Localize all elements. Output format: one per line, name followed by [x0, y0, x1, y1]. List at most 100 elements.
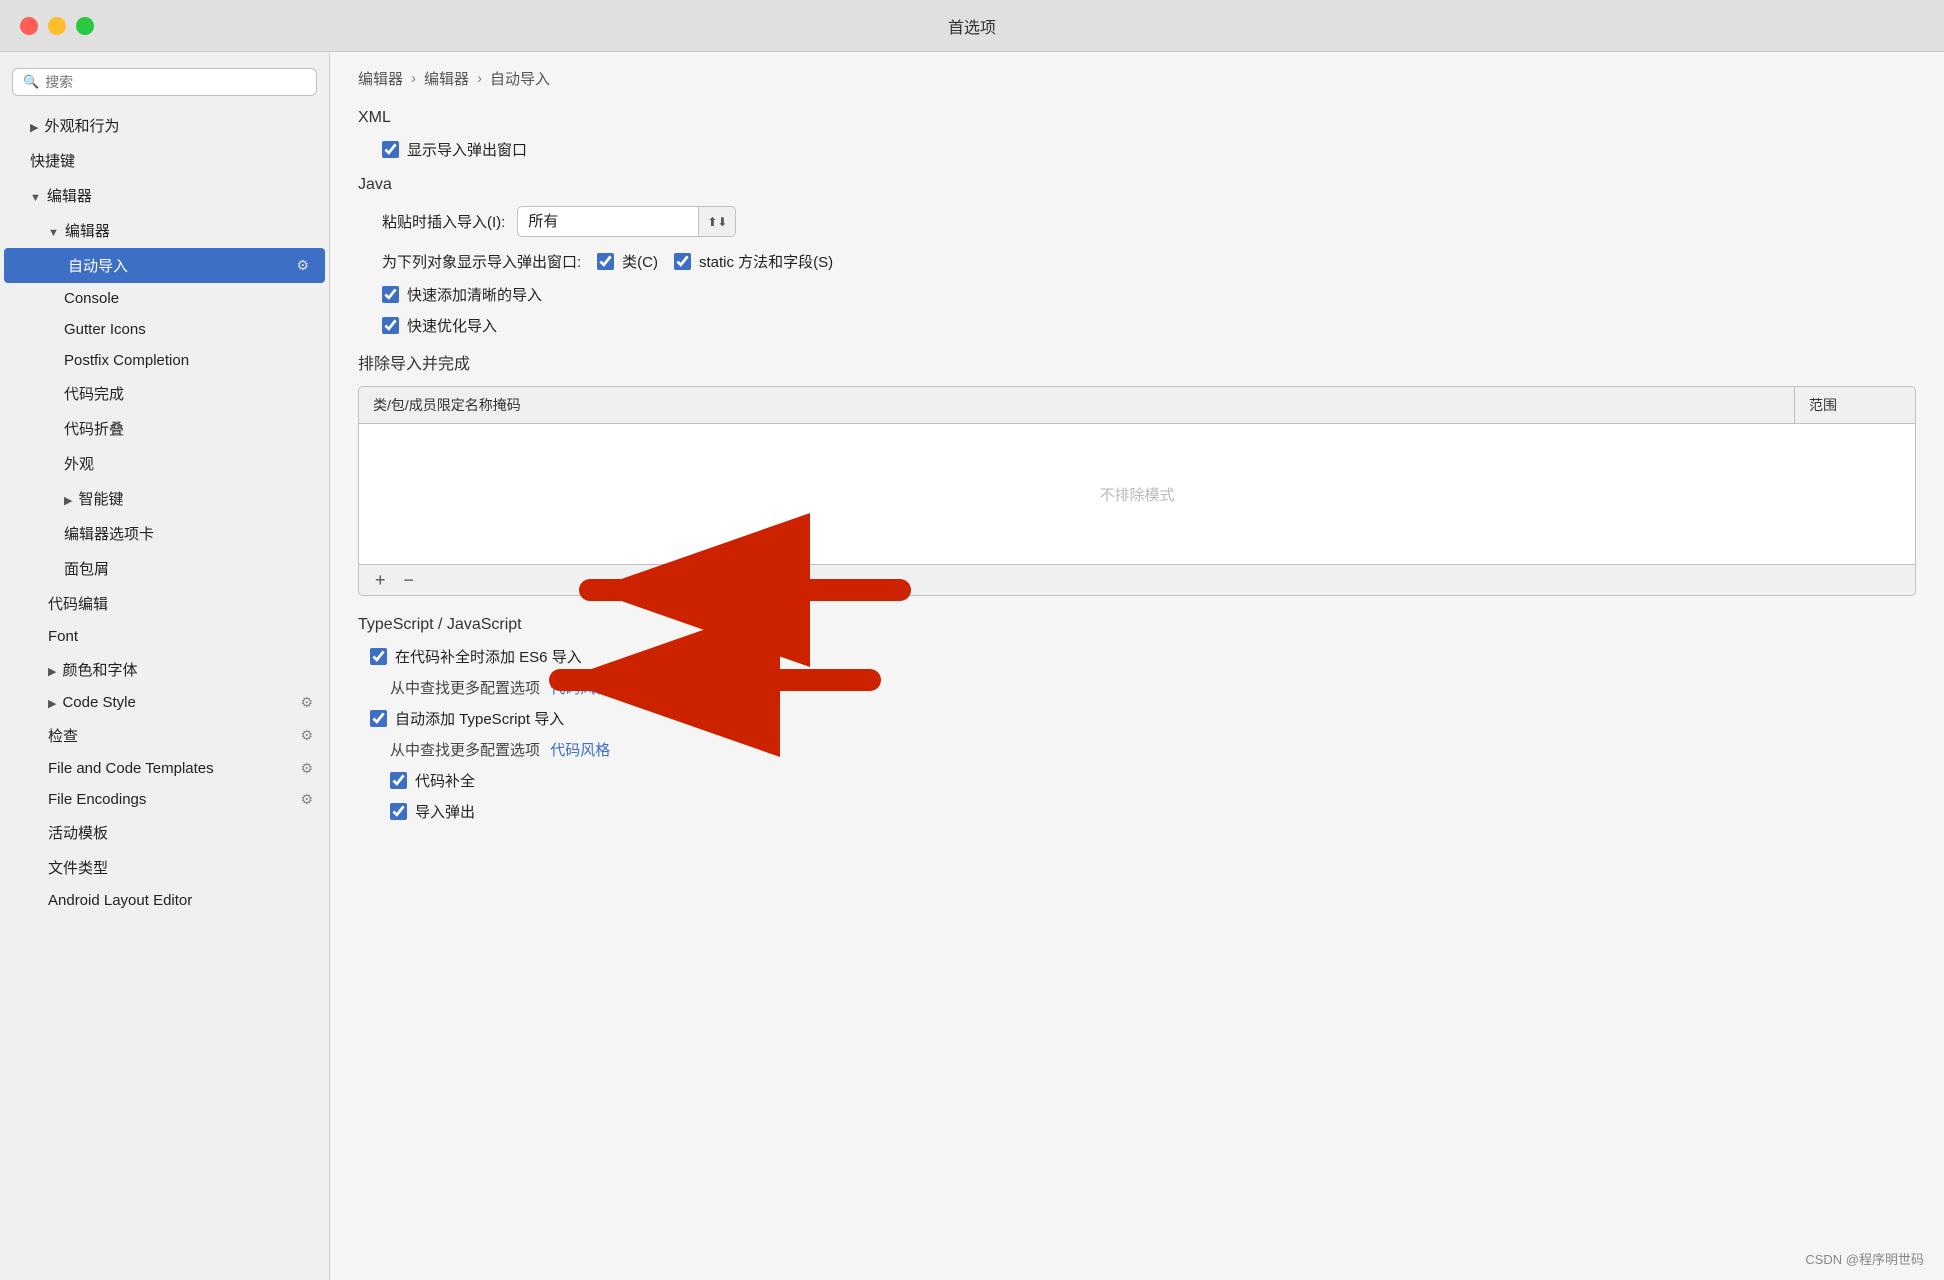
- paste-insert-row: 粘贴时插入导入(I): 所有 询问 不导入 ⬆⬇: [358, 206, 1916, 237]
- ts-code-complete-row: 代码补全: [358, 770, 1916, 791]
- sidebar-item-appearance[interactable]: ▶外观和行为: [0, 108, 329, 143]
- ts-es6-checkbox[interactable]: [370, 648, 387, 665]
- xml-section-title: XML: [358, 109, 1916, 127]
- sidebar-item-postfix[interactable]: Postfix Completion: [0, 345, 329, 376]
- sidebar-item-gutter-icons[interactable]: Gutter Icons: [0, 314, 329, 345]
- sidebar-item-auto-import[interactable]: 自动导入 ⚙: [4, 248, 325, 283]
- sidebar-item-code-style[interactable]: ▶Code Style ⚙: [0, 687, 329, 718]
- show-popup-row: 为下列对象显示导入弹出窗口: 类(C) static 方法和字段(S): [358, 251, 1916, 272]
- sidebar-item-color-font[interactable]: ▶颜色和字体: [0, 652, 329, 687]
- quick-optimize-row: 快速优化导入: [358, 315, 1916, 336]
- window-title: 首选项: [948, 14, 996, 38]
- expand-icon: ▼: [48, 227, 59, 239]
- close-button[interactable]: [20, 17, 38, 35]
- maximize-button[interactable]: [76, 17, 94, 35]
- search-input[interactable]: [45, 74, 306, 90]
- ts-es6-row: 在代码补全时添加 ES6 导入: [358, 646, 1916, 667]
- ts-section-title: TypeScript / JavaScript: [358, 616, 1916, 634]
- static-checkbox-row: static 方法和字段(S): [674, 251, 833, 272]
- sidebar-item-code-complete[interactable]: 代码完成: [0, 376, 329, 411]
- quick-optimize-label: 快速优化导入: [407, 315, 497, 336]
- main-layout: 🔍 ▶外观和行为 快捷键 ▼编辑器 ▼编辑器 自动导入 ⚙ Console Gu…: [0, 52, 1944, 1280]
- paste-insert-label: 粘贴时插入导入(I):: [382, 211, 505, 232]
- ts-typescript-checkbox[interactable]: [370, 710, 387, 727]
- search-box[interactable]: 🔍: [12, 68, 317, 96]
- class-checkbox[interactable]: [597, 253, 614, 270]
- sidebar-item-code-edit[interactable]: 代码编辑: [0, 586, 329, 621]
- minimize-button[interactable]: [48, 17, 66, 35]
- ts-config2-row: 从中查找更多配置选项 代码风格: [358, 739, 1916, 760]
- ts-config1-row: 从中查找更多配置选项 代码风格: [358, 677, 1916, 698]
- sidebar-item-live-templates[interactable]: 活动模板: [0, 815, 329, 850]
- static-label: static 方法和字段(S): [699, 251, 833, 272]
- ts-import-popup-label: 导入弹出: [415, 801, 475, 822]
- table-footer: + −: [359, 564, 1915, 595]
- search-icon: 🔍: [23, 74, 39, 90]
- sidebar-item-console[interactable]: Console: [0, 283, 329, 314]
- exclude-table: 类/包/成员限定名称掩码 范围 不排除模式 + −: [358, 386, 1916, 596]
- window-controls: [20, 17, 94, 35]
- add-row-button[interactable]: +: [371, 571, 390, 589]
- static-checkbox[interactable]: [674, 253, 691, 270]
- sidebar-item-code-fold[interactable]: 代码折叠: [0, 411, 329, 446]
- sidebar-item-breadcrumb[interactable]: 面包屑: [0, 551, 329, 586]
- xml-show-popup-row: 显示导入弹出窗口: [358, 139, 1916, 160]
- table-empty-text: 不排除模式: [1099, 484, 1174, 505]
- sidebar-item-smart-key[interactable]: ▶智能键: [0, 481, 329, 516]
- sidebar-item-file-encodings[interactable]: File Encodings ⚙: [0, 784, 329, 815]
- gear-icon: ⚙: [300, 760, 313, 777]
- quick-add-row: 快速添加清晰的导入: [358, 284, 1916, 305]
- breadcrumb: 编辑器 › 编辑器 › 自动导入: [330, 52, 1944, 101]
- sidebar-item-editor-tabs[interactable]: 编辑器选项卡: [0, 516, 329, 551]
- xml-show-popup-label: 显示导入弹出窗口: [407, 139, 527, 160]
- code-style-link2[interactable]: 代码风格: [550, 742, 610, 759]
- sidebar-item-file-templates[interactable]: File and Code Templates ⚙: [0, 753, 329, 784]
- class-checkbox-row: 类(C): [597, 251, 658, 272]
- sidebar-item-file-types[interactable]: 文件类型: [0, 850, 329, 885]
- ts-es6-label: 在代码补全时添加 ES6 导入: [395, 646, 582, 667]
- expand-icon: ▼: [30, 192, 41, 204]
- paste-insert-select[interactable]: 所有 询问 不导入: [518, 207, 698, 236]
- expand-icon: ▶: [48, 698, 56, 710]
- sidebar-item-editor-root[interactable]: ▼编辑器: [0, 178, 329, 213]
- sidebar-item-inspect[interactable]: 检查 ⚙: [0, 718, 329, 753]
- sidebar: 🔍 ▶外观和行为 快捷键 ▼编辑器 ▼编辑器 自动导入 ⚙ Console Gu…: [0, 52, 330, 1280]
- ts-code-complete-checkbox[interactable]: [390, 772, 407, 789]
- sidebar-item-appearance2[interactable]: 外观: [0, 446, 329, 481]
- gear-icon: ⚙: [296, 257, 309, 274]
- quick-add-label: 快速添加清晰的导入: [407, 284, 542, 305]
- breadcrumb-sep: ›: [411, 70, 416, 87]
- title-bar: 首选项: [0, 0, 1944, 52]
- ts-import-popup-checkbox[interactable]: [390, 803, 407, 820]
- remove-row-button[interactable]: −: [400, 571, 419, 589]
- sidebar-item-android-layout[interactable]: Android Layout Editor: [0, 885, 329, 916]
- gear-icon: ⚙: [300, 791, 313, 808]
- sidebar-item-font[interactable]: Font: [0, 621, 329, 652]
- exclude-section-title: 排除导入并完成: [358, 350, 1916, 374]
- paste-insert-select-wrapper: 所有 询问 不导入 ⬆⬇: [517, 206, 736, 237]
- content-body: XML 显示导入弹出窗口 Java 粘贴时插入导入(I): 所有 询问 不导入 …: [330, 109, 1944, 850]
- expand-icon: ▶: [64, 495, 72, 507]
- select-arrow-icon: ⬆⬇: [698, 207, 735, 236]
- watermark: CSDN @程序明世码: [1805, 1249, 1924, 1268]
- table-col2: 范围: [1795, 387, 1915, 423]
- quick-add-checkbox[interactable]: [382, 286, 399, 303]
- ts-code-complete-label: 代码补全: [415, 770, 475, 791]
- expand-icon: ▶: [48, 666, 56, 678]
- sidebar-item-shortcuts[interactable]: 快捷键: [0, 143, 329, 178]
- show-popup-label: 为下列对象显示导入弹出窗口:: [382, 251, 581, 272]
- code-style-link1[interactable]: 代码风格: [550, 680, 610, 697]
- gear-icon: ⚙: [300, 694, 313, 711]
- ts-import-popup-row: 导入弹出: [358, 801, 1916, 822]
- table-body: 不排除模式: [359, 424, 1915, 564]
- content-area: 编辑器 › 编辑器 › 自动导入 XML 显示导入弹出窗口 Java 粘贴时插入…: [330, 52, 1944, 1280]
- sidebar-item-editor[interactable]: ▼编辑器: [0, 213, 329, 248]
- quick-optimize-checkbox[interactable]: [382, 317, 399, 334]
- table-header: 类/包/成员限定名称掩码 范围: [359, 387, 1915, 424]
- expand-icon: ▶: [30, 122, 38, 134]
- java-section-title: Java: [358, 176, 1916, 194]
- table-col1: 类/包/成员限定名称掩码: [359, 387, 1795, 423]
- xml-show-popup-checkbox[interactable]: [382, 141, 399, 158]
- gear-icon: ⚙: [300, 727, 313, 744]
- breadcrumb-sep: ›: [477, 70, 482, 87]
